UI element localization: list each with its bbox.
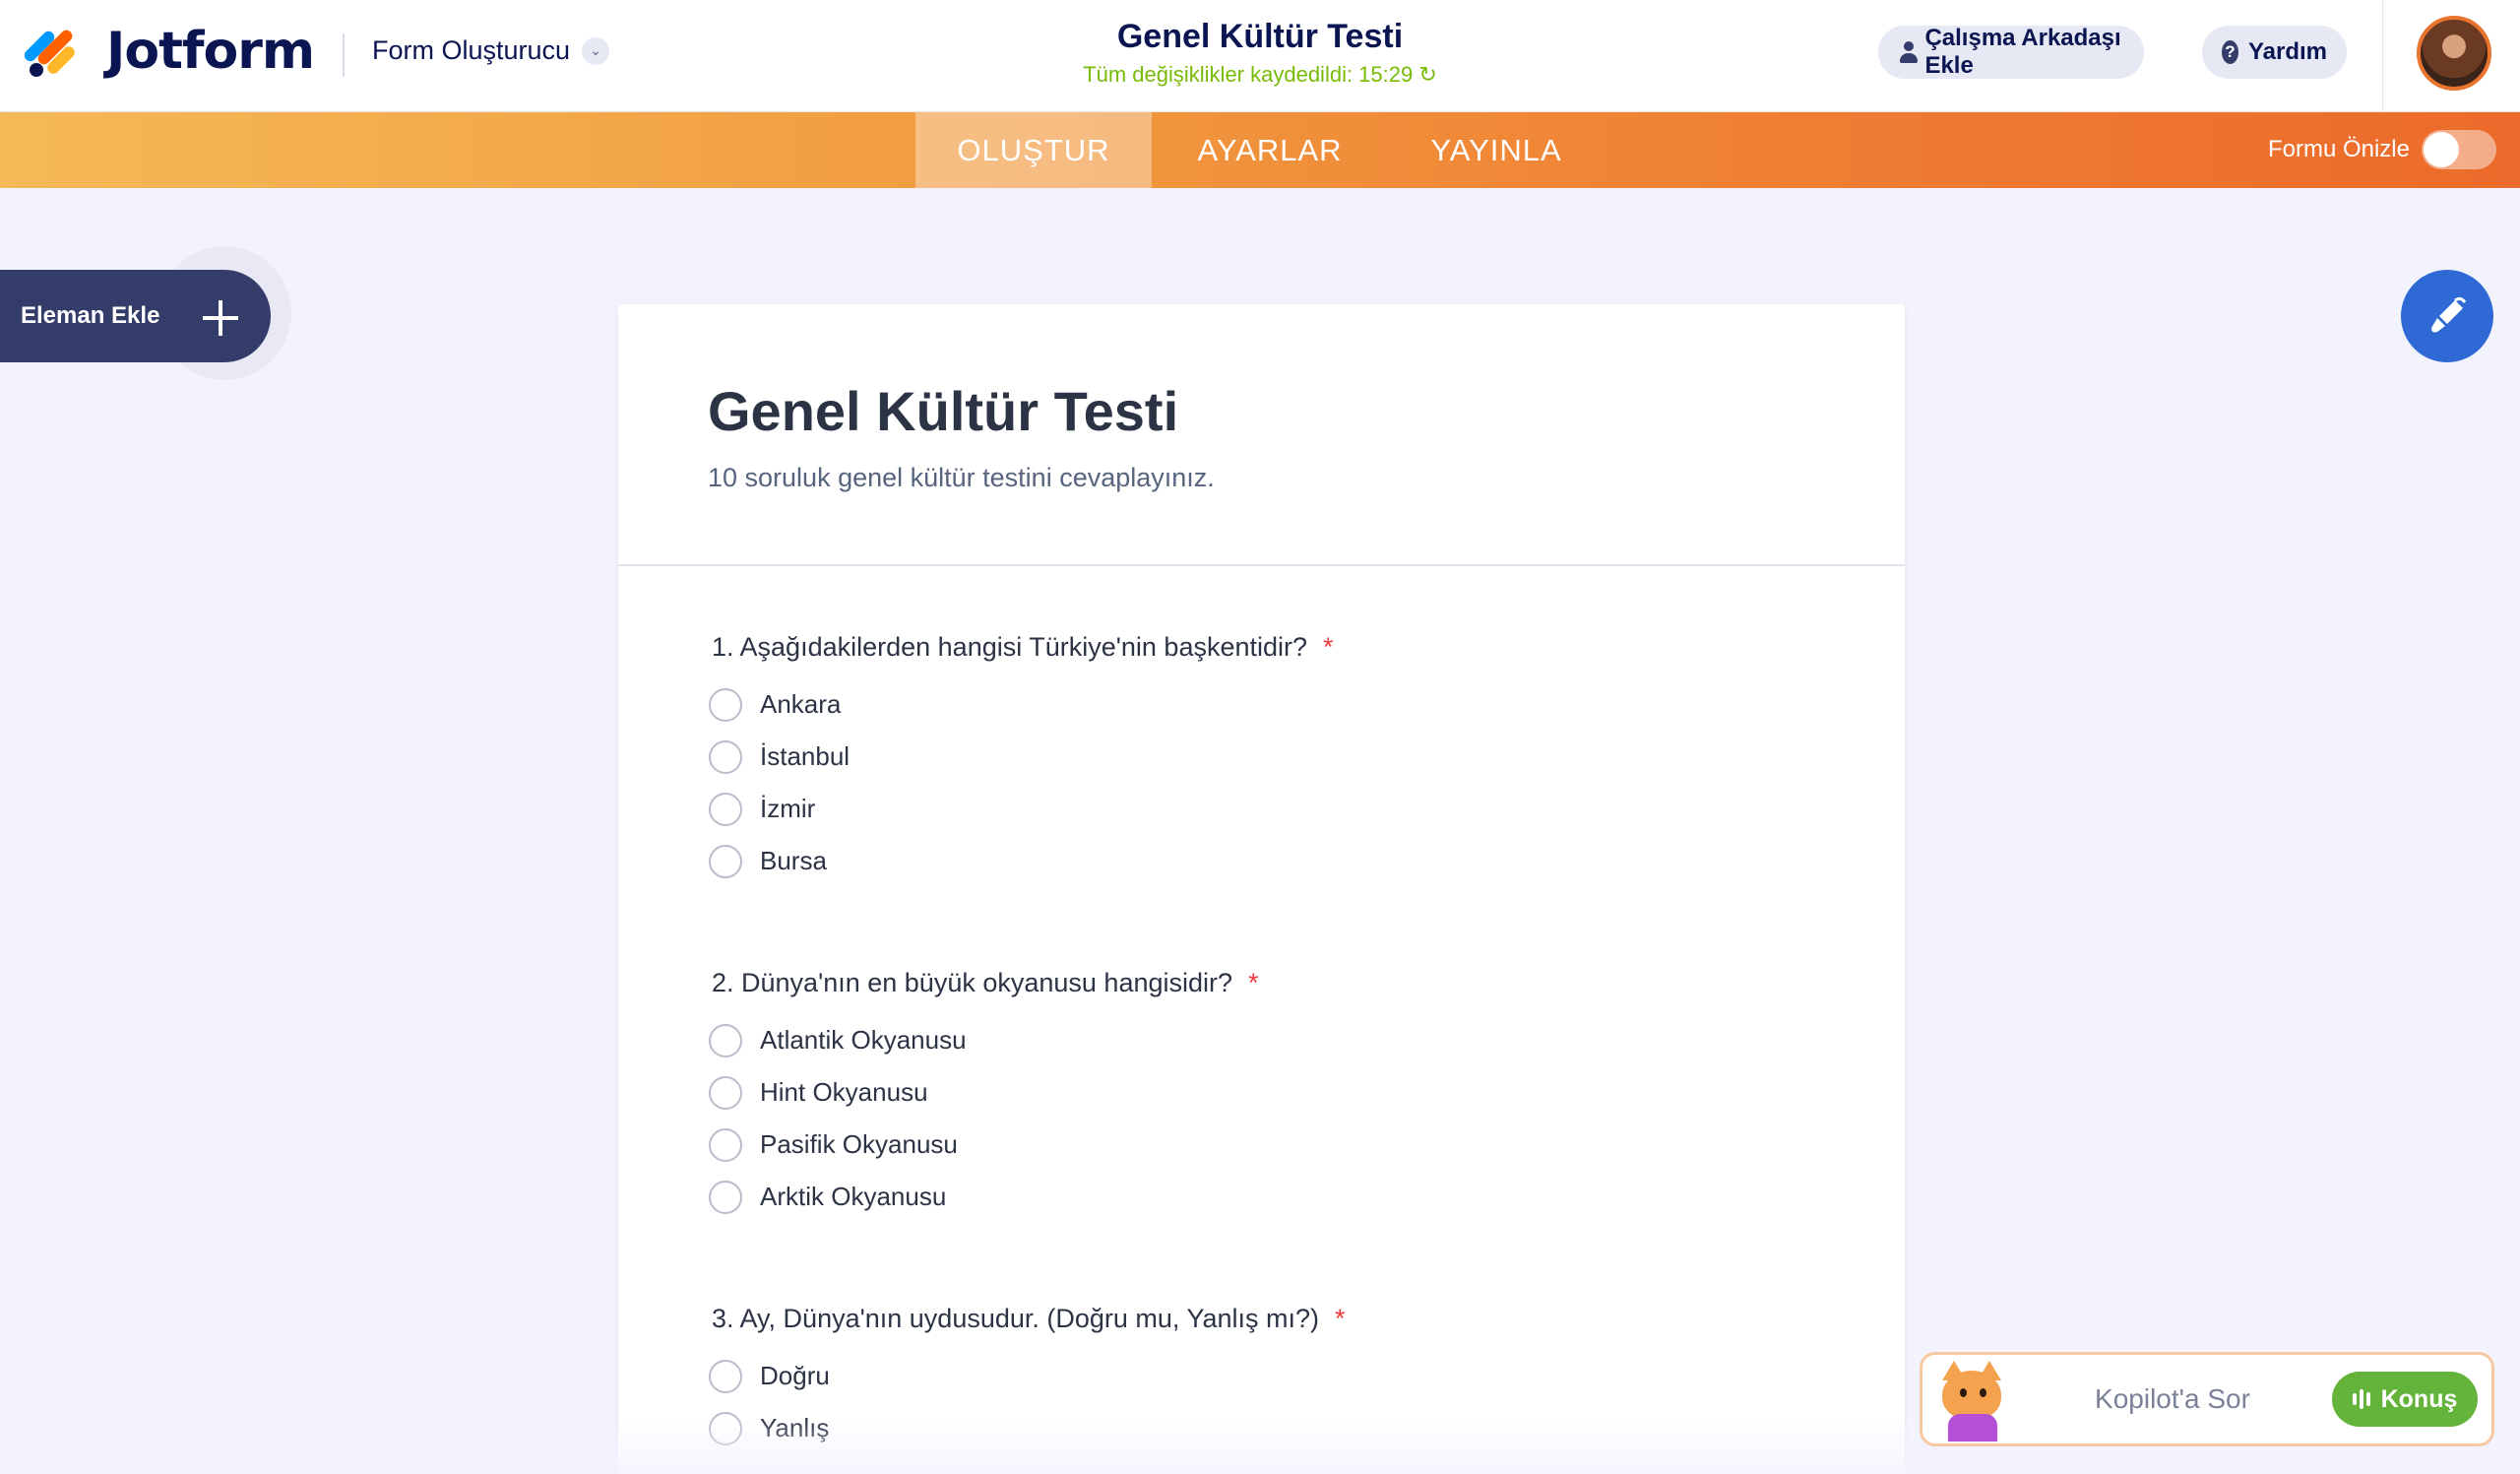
tab-settings[interactable]: AYARLAR (1152, 112, 1388, 188)
copilot-mascot-icon (1928, 1357, 2013, 1442)
option-label: Pasifik Okyanusu (760, 1129, 958, 1159)
plus-icon[interactable] (203, 300, 238, 336)
radio-option[interactable]: Hint Okyanusu (709, 1066, 1259, 1119)
question-1[interactable]: 1. Aşağıdakilerden hangisi Türkiye'nin b… (709, 632, 1334, 887)
save-status: Tüm değişiklikler kaydedildi: 15:29 ↻ (1083, 62, 1437, 87)
preview-form-control: Formu Önizle (2268, 130, 2496, 169)
tab-publish[interactable]: YAYINLA (1388, 112, 1605, 188)
toggle-knob (2424, 132, 2459, 167)
help-label: Yardım (2247, 38, 2327, 65)
option-label: Doğru (760, 1361, 830, 1390)
radio-button[interactable] (709, 844, 742, 878)
option-label: Hint Okyanusu (760, 1077, 928, 1107)
form-builder-menu[interactable]: Form Oluşturucu ⌄ (372, 35, 610, 66)
header-form-title[interactable]: Genel Kültür Testi (984, 18, 1536, 56)
option-label: Yanlış (760, 1413, 830, 1442)
logo-text: Jotform (106, 22, 315, 81)
talk-label: Konuş (2380, 1384, 2458, 1413)
preview-toggle[interactable] (2422, 130, 2496, 169)
option-label: Arktik Okyanusu (760, 1182, 947, 1211)
radio-option[interactable]: Atlantik Okyanusu (709, 1014, 1259, 1066)
radio-button[interactable] (709, 739, 742, 774)
radio-button[interactable] (709, 687, 742, 722)
chevron-down-icon: ⌄ (582, 36, 610, 65)
copilot-bar: Kopilot'a Sor Konuş (1920, 1352, 2494, 1446)
radio-option[interactable]: İzmir (709, 783, 1334, 835)
radio-button[interactable] (709, 1127, 742, 1162)
option-label: Atlantik Okyanusu (760, 1025, 967, 1055)
required-marker: * (1323, 632, 1334, 662)
radio-option[interactable]: Doğru (709, 1350, 1346, 1402)
jotform-logo[interactable]: Jotform (22, 22, 315, 81)
question-label: 2. Dünya'nın en büyük okyanusu hangisidi… (712, 968, 1233, 997)
add-element-label: Eleman Ekle (21, 302, 160, 329)
voice-icon (2352, 1389, 2373, 1409)
form-builder-label: Form Oluşturucu (372, 35, 571, 65)
radio-button[interactable] (709, 1359, 742, 1393)
question-2[interactable]: 2. Dünya'nın en büyük okyanusu hangisidi… (709, 968, 1259, 1223)
form-header[interactable]: Genel Kültür Testi 10 soruluk genel kült… (618, 304, 1905, 566)
help-icon: ? (2222, 40, 2238, 64)
radio-option[interactable]: Pasifik Okyanusu (709, 1119, 1259, 1171)
question-label: 3. Ay, Dünya'nın uydusudur. (Doğru mu, Y… (712, 1304, 1319, 1333)
radio-button[interactable] (709, 1180, 742, 1214)
radio-option[interactable]: Yanlış (709, 1402, 1346, 1454)
option-label: İzmir (760, 794, 816, 823)
radio-button[interactable] (709, 792, 742, 826)
radio-option[interactable]: İstanbul (709, 731, 1334, 783)
builder-nav-bar: OLUŞTUR AYARLAR YAYINLA Formu Önizle (0, 112, 2520, 188)
divider (343, 33, 345, 77)
invite-collaborator-button[interactable]: Çalışma Arkadaşı Ekle (1878, 25, 2144, 79)
divider (2382, 0, 2383, 112)
radio-option[interactable]: Bursa (709, 835, 1334, 887)
radio-button[interactable] (709, 1023, 742, 1057)
question-3[interactable]: 3. Ay, Dünya'nın uydusudur. (Doğru mu, Y… (709, 1304, 1346, 1454)
radio-button[interactable] (709, 1411, 742, 1445)
form-subheading[interactable]: 10 soruluk genel kültür testini cevaplay… (708, 463, 1905, 493)
radio-option[interactable]: Arktik Okyanusu (709, 1171, 1259, 1223)
talk-button[interactable]: Konuş (2332, 1372, 2478, 1427)
form-designer-button[interactable] (2401, 270, 2493, 362)
form-card: Genel Kültür Testi 10 soruluk genel kült… (618, 304, 1905, 1474)
paint-roller-icon (2431, 296, 2467, 333)
required-marker: * (1248, 968, 1259, 997)
option-label: Ankara (760, 689, 842, 719)
tab-build[interactable]: OLUŞTUR (915, 112, 1152, 188)
invite-label: Çalışma Arkadaşı Ekle (1924, 25, 2121, 79)
top-bar: Jotform Form Oluşturucu ⌄ Genel Kültür T… (0, 0, 2520, 112)
radio-option[interactable]: Ankara (709, 678, 1334, 731)
form-title-area: Genel Kültür Testi Tüm değişiklikler kay… (984, 18, 1536, 88)
help-button[interactable]: ? Yardım (2202, 26, 2347, 79)
form-heading[interactable]: Genel Kültür Testi (708, 379, 1905, 443)
radio-button[interactable] (709, 1075, 742, 1110)
jotform-logo-icon (22, 24, 79, 80)
question-label: 1. Aşağıdakilerden hangisi Türkiye'nin b… (712, 632, 1308, 662)
option-label: Bursa (760, 846, 827, 875)
option-label: İstanbul (760, 741, 850, 771)
required-marker: * (1334, 1304, 1346, 1333)
preview-label: Formu Önizle (2267, 136, 2410, 162)
copilot-input[interactable]: Kopilot'a Sor (2013, 1383, 2332, 1415)
user-avatar[interactable] (2417, 16, 2491, 91)
person-icon (1898, 40, 1919, 64)
